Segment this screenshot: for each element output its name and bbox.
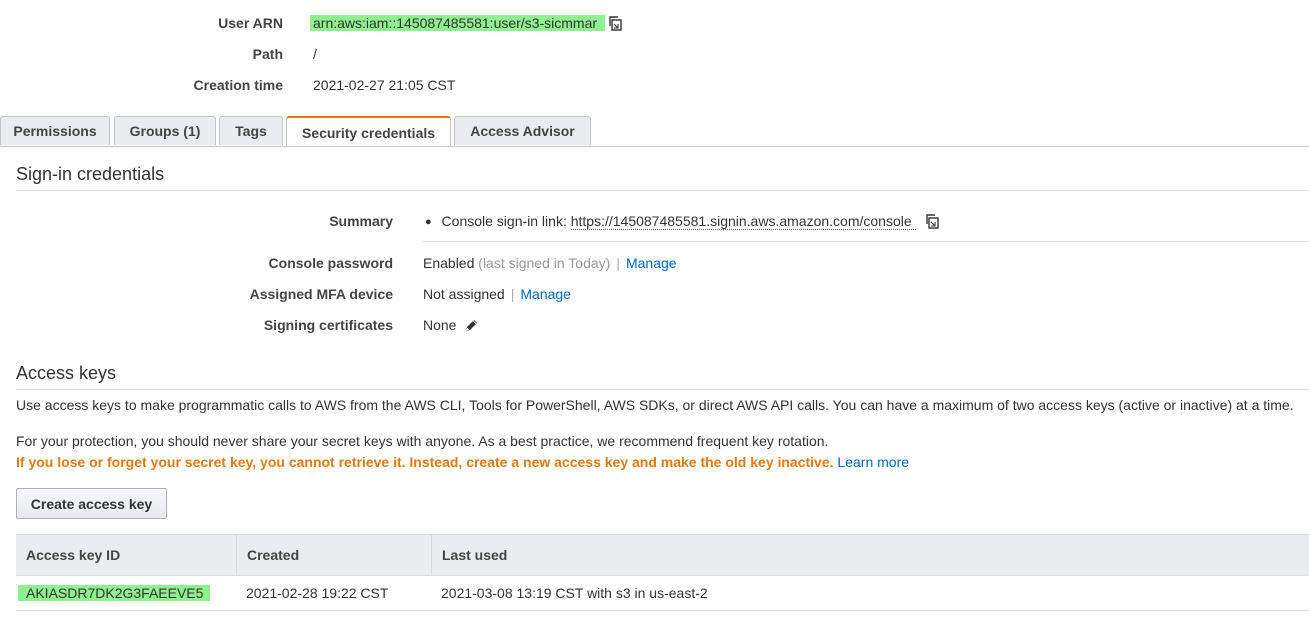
tab-groups[interactable]: Groups (1)	[114, 116, 216, 145]
created-cell: 2021-02-28 19:22 CST	[246, 585, 389, 601]
mfa-device-label: Assigned MFA device	[249, 286, 393, 302]
access-keys-description: Use access keys to make programmatic cal…	[16, 397, 1294, 413]
bullet-icon: ●	[425, 216, 432, 228]
user-arn-row: arn:aws:iam::145087485581:user/s3-sicmma…	[310, 15, 623, 31]
secret-key-warning: If you lose or forget your secret key, y…	[16, 454, 834, 470]
copy-icon[interactable]	[924, 213, 940, 229]
create-access-key-button[interactable]: Create access key	[16, 488, 167, 519]
user-arn-value[interactable]: arn:aws:iam::145087485581:user/s3-sicmma…	[310, 15, 606, 31]
user-arn-label: User ARN	[218, 15, 283, 31]
table-bottom-rule	[16, 610, 1309, 611]
creation-time-value: 2021-02-27 21:05 CST	[313, 77, 456, 93]
tab-access-advisor[interactable]: Access Advisor	[454, 116, 591, 145]
copy-icon[interactable]	[607, 15, 623, 31]
tab-permissions[interactable]: Permissions	[0, 116, 110, 145]
mfa-device-row: Not assigned | Manage	[423, 286, 571, 302]
signin-title-rule	[16, 190, 1309, 191]
separator: |	[510, 286, 515, 302]
tabs-divider	[0, 146, 1309, 147]
console-password-row: Enabled (last signed in Today) | Manage	[423, 255, 677, 271]
last-used-cell: 2021-03-08 13:19 CST with s3 in us-east-…	[441, 585, 708, 601]
mfa-status: Not assigned	[423, 286, 505, 302]
signing-certificates-value: None	[423, 317, 457, 333]
learn-more-link[interactable]: Learn more	[837, 454, 909, 470]
tab-security-credentials[interactable]: Security credentials	[286, 116, 451, 147]
column-header-last-used[interactable]: Last used	[431, 534, 1309, 576]
signing-certificates-row: None	[423, 317, 479, 336]
signing-certificates-label: Signing certificates	[263, 317, 393, 333]
protection-note: For your protection, you should never sh…	[16, 433, 829, 449]
access-keys-title: Access keys	[16, 363, 117, 383]
summary-label: Summary	[329, 213, 393, 229]
console-link-row: ● Console sign-in link: https://14508748…	[425, 213, 940, 230]
pencil-icon[interactable]	[464, 318, 479, 336]
mfa-manage-link[interactable]: Manage	[520, 286, 571, 302]
separator: |	[616, 255, 620, 271]
creation-time-label: Creation time	[193, 77, 283, 93]
warning-row: If you lose or forget your secret key, y…	[16, 454, 909, 470]
console-link-prefix: Console sign-in link:	[441, 213, 567, 229]
console-password-label: Console password	[268, 255, 393, 271]
last-signed-in-note: (last signed in Today)	[478, 255, 611, 271]
console-password-manage-link[interactable]: Manage	[626, 255, 677, 271]
tab-tags[interactable]: Tags	[219, 116, 283, 145]
path-label: Path	[252, 46, 283, 62]
column-header-created[interactable]: Created	[236, 534, 432, 576]
access-keys-title-rule	[16, 389, 1309, 390]
console-password-status: Enabled	[423, 255, 475, 271]
signin-credentials-title: Sign-in credentials	[16, 164, 165, 184]
console-link-url[interactable]: https://145087485581.signin.aws.amazon.c…	[570, 213, 916, 230]
path-value: /	[313, 46, 317, 62]
column-header-access-key-id[interactable]: Access key ID	[16, 534, 237, 576]
access-key-id-cell[interactable]: AKIASDR7DK2G3FAEEVE5	[18, 585, 211, 601]
summary-rule	[423, 241, 1309, 242]
